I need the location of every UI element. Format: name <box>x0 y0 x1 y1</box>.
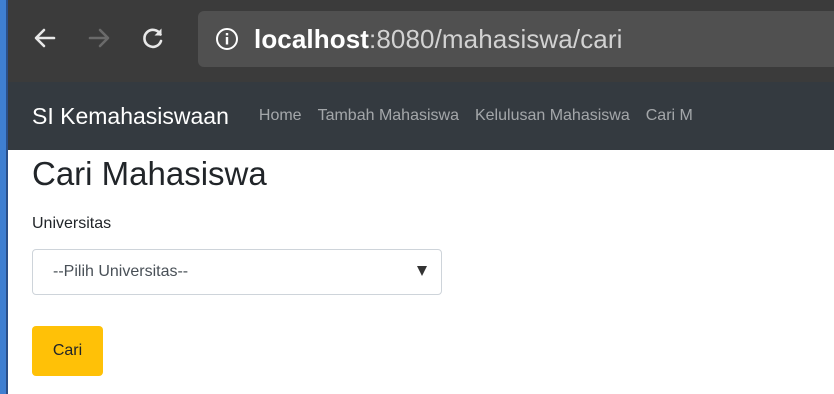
arrow-left-icon <box>34 28 56 48</box>
universitas-select[interactable]: --Pilih Universitas-- <box>32 248 442 295</box>
arrow-right-icon <box>88 28 110 48</box>
forward-button[interactable] <box>82 21 116 55</box>
url-text: localhost:8080/mahasiswa/cari <box>254 24 623 55</box>
navbar-brand[interactable]: SI Kemahasiswaan <box>32 103 229 130</box>
nav-link-tambah-mahasiswa[interactable]: Tambah Mahasiswa <box>318 107 459 125</box>
url-host: localhost <box>254 23 370 54</box>
browser-window: localhost:8080/mahasiswa/cari SI Kemahas… <box>0 0 834 394</box>
universitas-select-value: --Pilih Universitas-- <box>53 262 189 280</box>
reload-icon <box>143 28 163 49</box>
site-navbar: SI Kemahasiswaan Home Tambah Mahasiswa K… <box>8 82 834 150</box>
nav-link-cari-mahasiswa[interactable]: Cari M <box>646 107 693 125</box>
cari-button[interactable]: Cari <box>32 326 103 376</box>
main-content: Cari Mahasiswa Universitas --Pilih Unive… <box>32 150 812 376</box>
info-icon[interactable] <box>214 26 240 52</box>
back-button[interactable] <box>28 21 62 55</box>
url-path: :8080/mahasiswa/cari <box>369 23 623 54</box>
nav-links: Home Tambah Mahasiswa Kelulusan Mahasisw… <box>259 107 709 125</box>
reload-button[interactable] <box>136 21 170 55</box>
window-edge <box>0 0 8 394</box>
address-bar[interactable]: localhost:8080/mahasiswa/cari <box>198 11 834 67</box>
universitas-label: Universitas <box>32 214 112 232</box>
nav-link-kelulusan-mahasiswa[interactable]: Kelulusan Mahasiswa <box>475 107 630 125</box>
nav-link-home[interactable]: Home <box>259 107 302 125</box>
browser-toolbar: localhost:8080/mahasiswa/cari <box>8 0 834 83</box>
caret-down-icon <box>417 265 427 276</box>
page-title: Cari Mahasiswa <box>32 155 267 192</box>
